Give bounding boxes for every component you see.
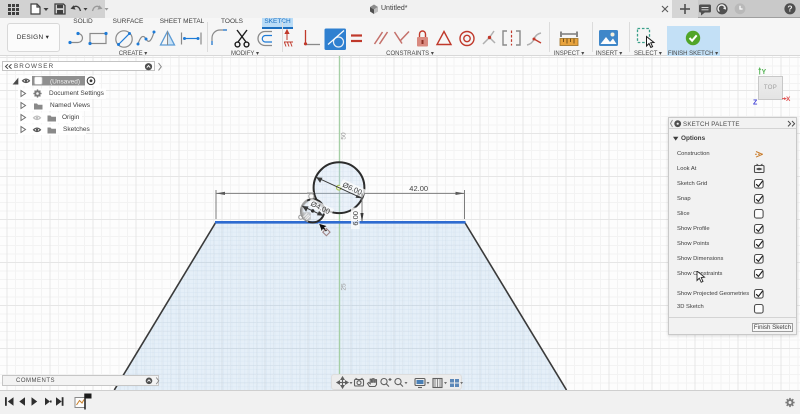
svg-text:(Unsaved): (Unsaved) <box>50 78 80 85</box>
svg-text:50: 50 <box>341 132 348 140</box>
svg-text:25: 25 <box>341 283 348 291</box>
svg-text:6.00: 6.00 <box>351 211 360 226</box>
svg-text:42.00: 42.00 <box>409 184 428 193</box>
svg-text:?: ? <box>787 4 792 14</box>
svg-text:Y: Y <box>762 69 767 76</box>
svg-text:Z: Z <box>753 100 758 107</box>
svg-text:X: X <box>786 96 791 103</box>
